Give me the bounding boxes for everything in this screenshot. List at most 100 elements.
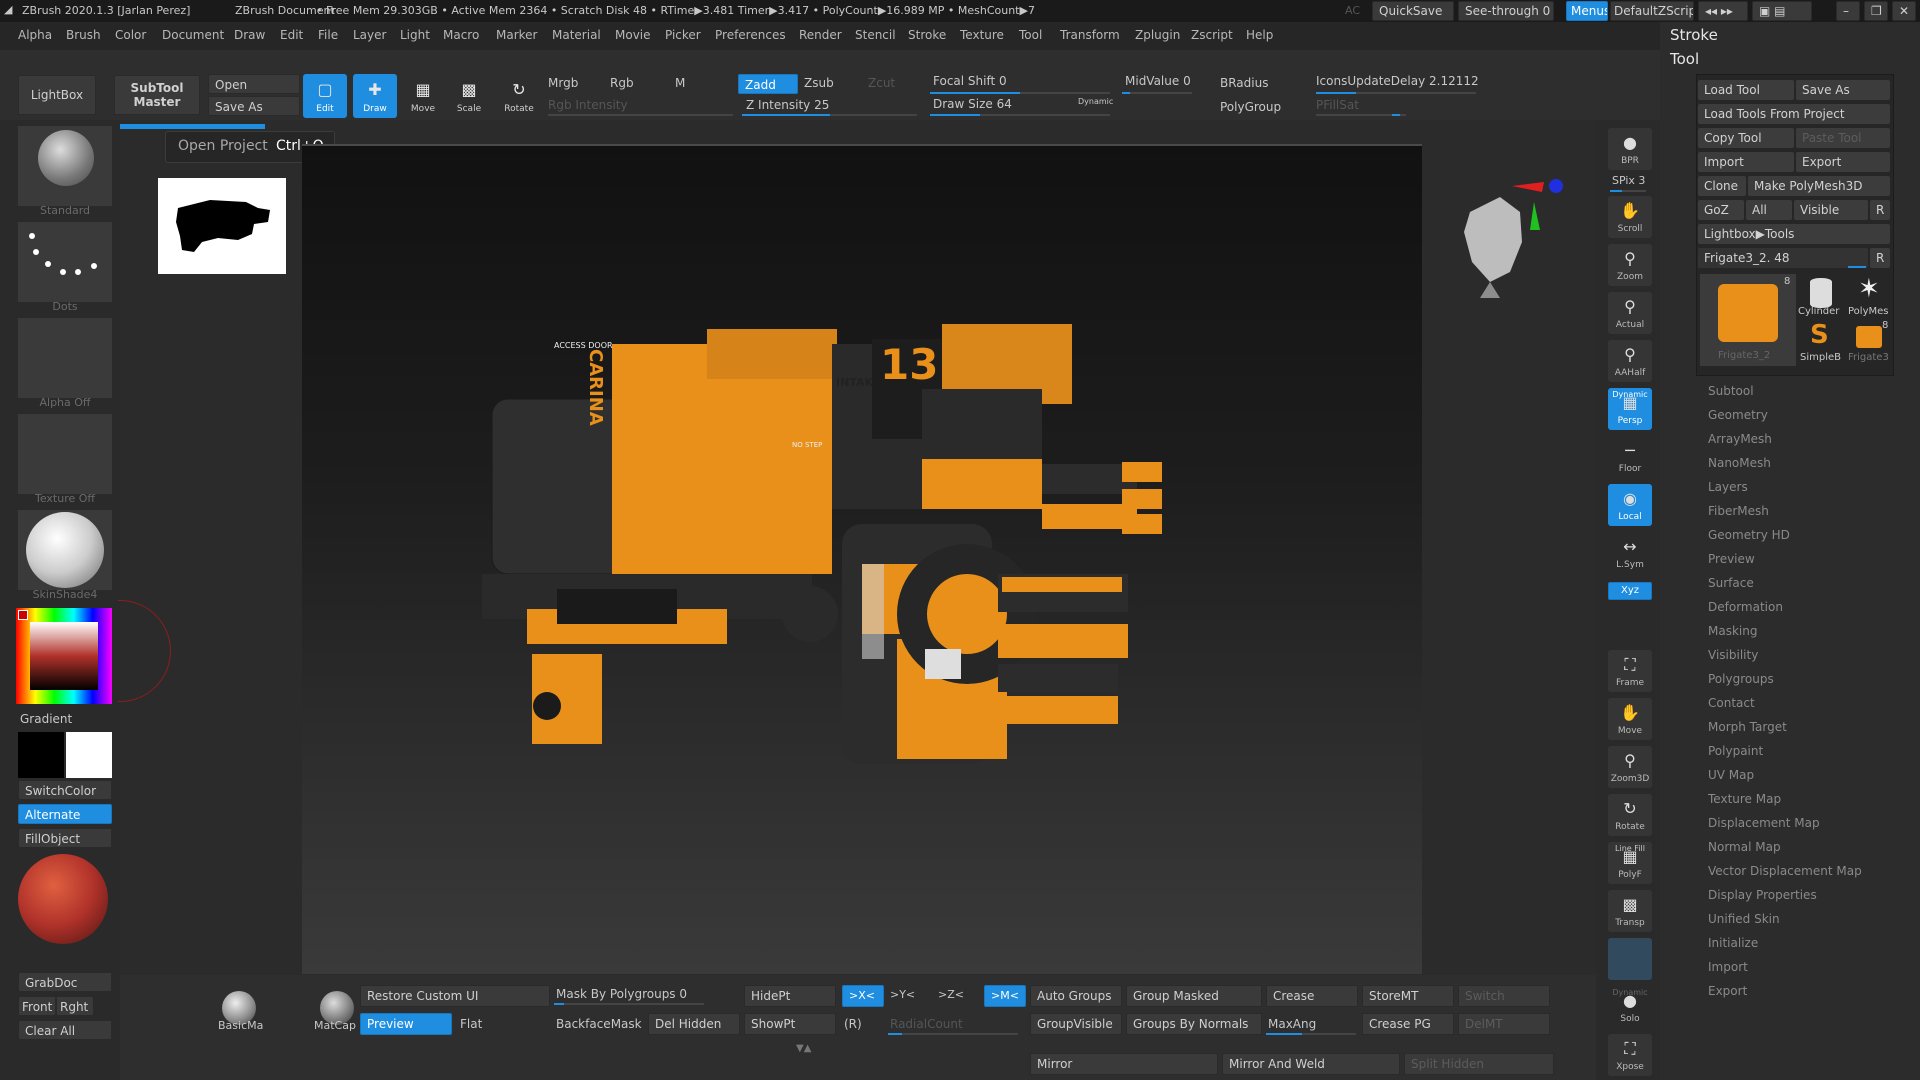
draw-size-slider[interactable]: Draw Size 64 — [933, 97, 1012, 111]
default-zscript-button[interactable]: DefaultZScript — [1610, 1, 1694, 21]
menu-color[interactable]: Color — [115, 28, 146, 42]
menu-zscript[interactable]: Zscript — [1191, 28, 1233, 42]
subpalette-texture-map[interactable]: Texture Map — [1708, 792, 1781, 806]
load-tool-button[interactable]: Load Tool — [1698, 80, 1794, 100]
subpalette-layers[interactable]: Layers — [1708, 480, 1748, 494]
subpalette-masking[interactable]: Masking — [1708, 624, 1757, 638]
open-button[interactable]: Open — [208, 74, 300, 94]
save-as-button[interactable]: Save As — [208, 96, 300, 116]
maxang-slider[interactable]: MaxAng — [1268, 1017, 1316, 1031]
subpalette-preview[interactable]: Preview — [1708, 552, 1755, 566]
move-mode-button[interactable]: ▦ Move — [401, 74, 445, 118]
subpalette-geometry-hd[interactable]: Geometry HD — [1708, 528, 1790, 542]
menu-brush[interactable]: Brush — [66, 28, 101, 42]
load-tools-from-project-button[interactable]: Load Tools From Project — [1698, 104, 1890, 124]
solo-button[interactable]: Dynamic ● Solo — [1608, 986, 1652, 1028]
mirror-and-weld-button[interactable]: Mirror And Weld — [1222, 1053, 1400, 1075]
menu-document[interactable]: Document — [162, 28, 224, 42]
symmetry-m-button[interactable]: >M< — [984, 985, 1026, 1007]
subpalette-visibility[interactable]: Visibility — [1708, 648, 1758, 662]
menu-transform[interactable]: Transform — [1060, 28, 1120, 42]
subpalette-nanomesh[interactable]: NanoMesh — [1708, 456, 1771, 470]
midvalue-track[interactable] — [1122, 92, 1192, 94]
rgb-toggle[interactable]: Rgb — [610, 76, 634, 90]
subpalette-initialize[interactable]: Initialize — [1708, 936, 1758, 950]
subpalette-display-properties[interactable]: Display Properties — [1708, 888, 1817, 902]
make-polymesh3d-button[interactable]: Make PolyMesh3D — [1748, 176, 1890, 196]
menu-help[interactable]: Help — [1246, 28, 1273, 42]
orientation-gizmo[interactable] — [1450, 172, 1570, 312]
local-button[interactable]: ◉ Local — [1608, 484, 1652, 526]
aahalf-button[interactable]: ⚲ AAHalf — [1608, 340, 1652, 382]
preview-button[interactable]: Preview — [360, 1013, 452, 1035]
import-tool-button[interactable]: Import — [1698, 152, 1794, 172]
minimize-icon[interactable]: – — [1836, 1, 1860, 21]
menu-picker[interactable]: Picker — [665, 28, 701, 42]
save-as-tool-button[interactable]: Save As — [1796, 80, 1890, 100]
front-button[interactable]: Front — [18, 996, 56, 1016]
subpalette-uv-map[interactable]: UV Map — [1708, 768, 1754, 782]
close-icon[interactable]: ✕ — [1892, 1, 1916, 21]
menu-light[interactable]: Light — [400, 28, 430, 42]
tool-thumb-frigate-small[interactable]: 8 Frigate3 — [1846, 320, 1892, 366]
secondary-color[interactable] — [18, 732, 64, 778]
mirror-button[interactable]: Mirror — [1030, 1053, 1218, 1075]
menus-toggle[interactable]: Menus — [1566, 1, 1608, 21]
lightbox-tools-button[interactable]: Lightbox▶Tools — [1698, 224, 1890, 244]
goz-button[interactable]: GoZ — [1698, 200, 1744, 220]
pfillsat-track[interactable] — [1316, 114, 1406, 116]
draw-mode-button[interactable]: ✚ Draw — [353, 74, 397, 118]
menu-movie[interactable]: Movie — [615, 28, 651, 42]
flat-toggle[interactable]: Flat — [460, 1017, 482, 1031]
subpalette-subtool[interactable]: Subtool — [1708, 384, 1754, 398]
current-tool-slider[interactable]: Frigate3_2. 48 — [1698, 248, 1868, 268]
rgb-intensity-track[interactable] — [548, 114, 733, 116]
bpr-button[interactable]: ● BPR — [1608, 128, 1652, 170]
document-viewport[interactable]: ACCESS DOOR CARINA 13 INTAK NO STEP — [302, 144, 1422, 974]
menu-texture[interactable]: Texture — [960, 28, 1004, 42]
m-toggle[interactable]: M — [675, 76, 685, 90]
tool-thumb-polymesh[interactable]: ✶ PolyMes — [1846, 274, 1892, 320]
backface-mask-toggle[interactable]: BackfaceMask — [556, 1017, 642, 1031]
edit-mode-button[interactable]: ▢ Edit — [303, 74, 347, 118]
menu-tool[interactable]: Tool — [1019, 28, 1042, 42]
group-masked-button[interactable]: Group Masked — [1126, 985, 1262, 1007]
focal-shift-slider[interactable]: Focal Shift 0 — [933, 74, 1007, 88]
copy-tool-button[interactable]: Copy Tool — [1698, 128, 1794, 148]
polyf-button[interactable]: Line Fill ▦ PolyF — [1608, 842, 1652, 884]
symmetry-y-button[interactable]: >Y< — [890, 988, 915, 1001]
menu-stroke[interactable]: Stroke — [908, 28, 946, 42]
z-intensity-track[interactable] — [742, 114, 917, 116]
menu-draw[interactable]: Draw — [234, 28, 265, 42]
dynamic-toggle[interactable]: Dynamic — [1078, 97, 1113, 106]
fill-object-button[interactable]: FillObject — [18, 828, 112, 848]
paste-tool-button[interactable]: Paste Tool — [1796, 128, 1890, 148]
zcut-button[interactable]: Zcut — [868, 76, 895, 90]
polygroup-toggle[interactable]: PolyGroup — [1220, 100, 1281, 114]
draw-size-track[interactable] — [930, 114, 1110, 116]
maxang-track[interactable] — [1266, 1033, 1356, 1035]
del-hidden-button[interactable]: Del Hidden — [648, 1013, 740, 1035]
menu-macro[interactable]: Macro — [443, 28, 479, 42]
midvalue-slider[interactable]: MidValue 0 — [1125, 74, 1191, 88]
hidept-button[interactable]: HidePt — [744, 985, 836, 1007]
subpalette-export[interactable]: Export — [1708, 984, 1747, 998]
subpalette-arraymesh[interactable]: ArrayMesh — [1708, 432, 1772, 446]
restore-icon[interactable]: ❐ — [1864, 1, 1888, 21]
groups-by-normals-button[interactable]: Groups By Normals — [1126, 1013, 1262, 1035]
subpalette-deformation[interactable]: Deformation — [1708, 600, 1783, 614]
move-view-button[interactable]: ✋ Move — [1608, 698, 1652, 740]
crease-pg-button[interactable]: Crease PG — [1362, 1013, 1454, 1035]
color-swatch-square[interactable] — [30, 622, 98, 690]
mask-by-polygroups-track[interactable] — [554, 1003, 704, 1005]
symmetry-z-button[interactable]: >Z< — [938, 988, 964, 1001]
grab-doc-button[interactable]: GrabDoc — [18, 972, 112, 992]
current-tool-r-button[interactable]: R — [1870, 248, 1890, 268]
focal-shift-track[interactable] — [930, 92, 1110, 94]
zadd-button[interactable]: Zadd — [738, 74, 798, 94]
tool-thumb-frigate[interactable]: 8 Frigate3_2 — [1700, 274, 1796, 366]
mask-by-polygroups-slider[interactable]: Mask By Polygroups 0 — [556, 987, 687, 1001]
menu-marker[interactable]: Marker — [496, 28, 537, 42]
subpalette-geometry[interactable]: Geometry — [1708, 408, 1768, 422]
zoom3d-button[interactable]: ⚲ Zoom3D — [1608, 746, 1652, 788]
